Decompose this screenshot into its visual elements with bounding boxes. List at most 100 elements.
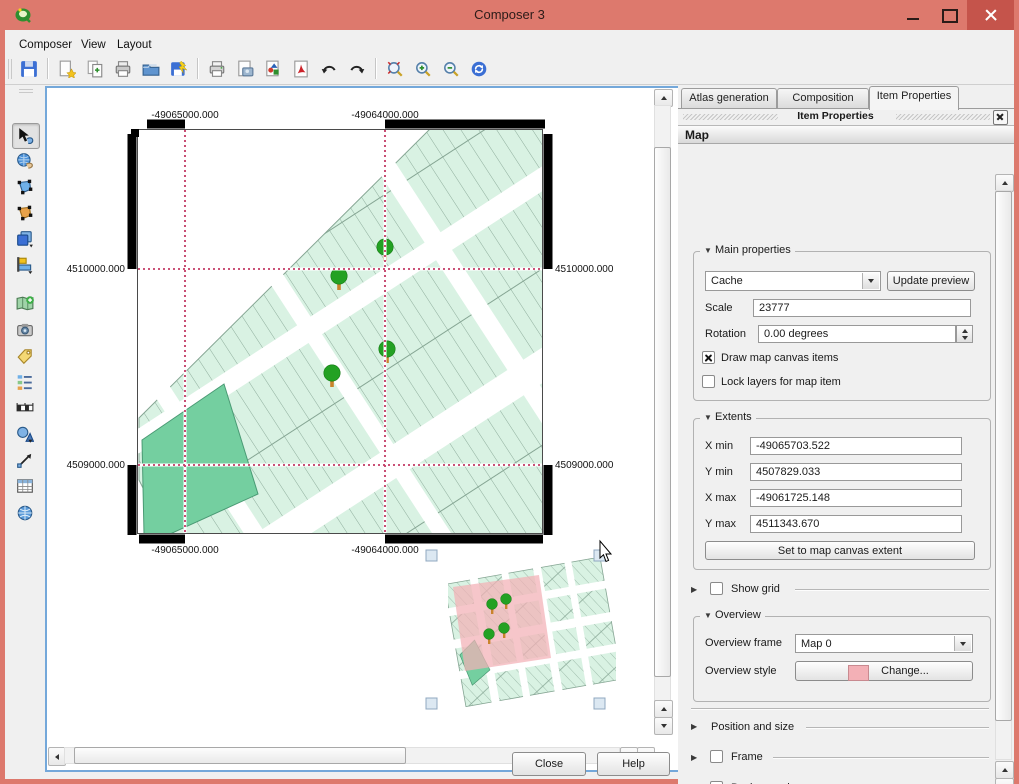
maximize-button[interactable] bbox=[932, 0, 966, 30]
tool-add-html-frame[interactable] bbox=[12, 501, 38, 525]
y-max-input[interactable]: 4511343.670 bbox=[750, 515, 962, 533]
save-as-template-button[interactable] bbox=[167, 57, 191, 81]
print-icon bbox=[208, 60, 226, 78]
title-bar: Composer 3 bbox=[0, 0, 1019, 30]
tab-atlas-generation[interactable]: Atlas generation bbox=[681, 88, 777, 109]
spin-down-icon[interactable] bbox=[962, 336, 968, 340]
composer-manager-button[interactable] bbox=[111, 57, 135, 81]
x-min-input[interactable]: -49065703.522 bbox=[750, 437, 962, 455]
tool-move-item-content[interactable] bbox=[12, 149, 38, 173]
main-properties-title[interactable]: Main properties bbox=[700, 244, 795, 256]
toolbar-handle[interactable] bbox=[8, 59, 12, 79]
zoom-out-icon bbox=[442, 60, 460, 78]
scroll-up-button2[interactable] bbox=[995, 761, 1014, 779]
tool-add-arrow[interactable] bbox=[12, 448, 38, 472]
dock-title-bar: Item Properties bbox=[678, 109, 1014, 124]
select-move-item-icon bbox=[17, 127, 35, 145]
scroll-up-button2[interactable] bbox=[654, 700, 673, 718]
canvas-vscrollbar[interactable] bbox=[654, 89, 672, 735]
scale-input[interactable]: 23777 bbox=[753, 299, 971, 317]
scroll-down-button[interactable] bbox=[995, 778, 1014, 784]
duplicate-composer-button[interactable] bbox=[83, 57, 107, 81]
panel-scrollbar[interactable] bbox=[995, 174, 1013, 784]
position-size-expander-icon[interactable] bbox=[691, 722, 697, 731]
tool-group-items[interactable] bbox=[12, 227, 38, 251]
y-min-label: Y min bbox=[705, 466, 733, 478]
redo-button[interactable] bbox=[345, 57, 369, 81]
minimize-button[interactable] bbox=[896, 0, 930, 30]
frame-expander-icon[interactable] bbox=[691, 753, 697, 762]
tool-add-legend[interactable] bbox=[12, 370, 38, 394]
draw-map-canvas-items-checkbox[interactable] bbox=[702, 351, 715, 364]
tool-align-items[interactable] bbox=[12, 253, 38, 277]
overview-frame-combo[interactable]: Map 0 bbox=[795, 634, 973, 653]
menu-composer[interactable]: Composer bbox=[13, 36, 78, 54]
rotation-input[interactable]: 0.00 degrees bbox=[758, 325, 956, 343]
tool-add-new-map[interactable] bbox=[12, 292, 38, 316]
rotation-spinner[interactable] bbox=[956, 325, 973, 343]
window-title: Composer 3 bbox=[0, 7, 1019, 22]
chevron-down-icon bbox=[954, 636, 971, 651]
close-button[interactable]: Close bbox=[512, 752, 586, 776]
panel-scroll-thumb[interactable] bbox=[995, 191, 1012, 721]
preview-mode-combo[interactable]: Cache bbox=[705, 271, 881, 291]
x-max-input[interactable]: -49061725.148 bbox=[750, 489, 962, 507]
tool-edit-nodes-item-alt[interactable] bbox=[12, 201, 38, 225]
set-to-map-canvas-extent-button[interactable]: Set to map canvas extent bbox=[705, 541, 975, 560]
extents-title[interactable]: Extents bbox=[700, 411, 756, 423]
y-min-input[interactable]: 4507829.033 bbox=[750, 463, 962, 481]
lock-layers-checkbox[interactable] bbox=[702, 375, 715, 388]
tab-item-properties[interactable]: Item Properties bbox=[869, 86, 959, 110]
add-shape-icon bbox=[16, 425, 34, 443]
export-as-svg-button[interactable] bbox=[261, 57, 285, 81]
tool-add-label[interactable] bbox=[12, 344, 38, 368]
frame-checkbox[interactable] bbox=[710, 750, 723, 763]
grid-label-right-lower: 4509000.000 bbox=[555, 460, 614, 471]
vscroll-thumb[interactable] bbox=[654, 147, 671, 677]
spin-up-icon[interactable] bbox=[962, 329, 968, 333]
add-label-icon bbox=[16, 347, 34, 365]
print-button[interactable] bbox=[205, 57, 229, 81]
export-as-pdf-button[interactable] bbox=[289, 57, 313, 81]
tool-add-attribute-table[interactable] bbox=[12, 474, 38, 498]
zoom-in-button[interactable] bbox=[411, 57, 435, 81]
export-as-image-button[interactable] bbox=[233, 57, 257, 81]
overview-title[interactable]: Overview bbox=[700, 609, 765, 621]
overview-map-item[interactable] bbox=[437, 548, 629, 715]
undo-button[interactable] bbox=[317, 57, 341, 81]
tool-add-scalebar[interactable] bbox=[12, 396, 38, 420]
tool-add-basic-shape[interactable] bbox=[12, 422, 38, 446]
tool-edit-nodes-item[interactable] bbox=[12, 175, 38, 199]
zoom-out-button[interactable] bbox=[439, 57, 463, 81]
grid-label-top-right: -49064000.000 bbox=[351, 110, 419, 121]
menu-layout[interactable]: Layout bbox=[111, 36, 158, 54]
tool-select-move-item[interactable] bbox=[12, 123, 40, 149]
show-grid-expander-icon[interactable] bbox=[691, 585, 697, 594]
y-max-label: Y max bbox=[705, 518, 736, 530]
item-type-header: Map bbox=[678, 125, 1014, 144]
tab-composition[interactable]: Composition bbox=[777, 88, 869, 109]
grid-label-bottom-right: -49064000.000 bbox=[351, 545, 419, 556]
frame-label[interactable]: Frame bbox=[731, 751, 763, 763]
menu-view[interactable]: View bbox=[75, 36, 112, 54]
position-and-size-label[interactable]: Position and size bbox=[711, 721, 794, 733]
hscroll-thumb[interactable] bbox=[74, 747, 406, 764]
add-html-icon bbox=[16, 504, 34, 522]
zoom-full-button[interactable] bbox=[383, 57, 407, 81]
refresh-view-button[interactable] bbox=[467, 57, 491, 81]
scroll-down-button[interactable] bbox=[654, 717, 673, 735]
dock-close-button[interactable] bbox=[993, 110, 1008, 125]
overview-style-change-button[interactable]: Change... bbox=[795, 661, 973, 681]
tool-add-image[interactable] bbox=[12, 318, 38, 342]
update-preview-button[interactable]: Update preview bbox=[887, 271, 975, 291]
toolbox-handle[interactable] bbox=[19, 89, 33, 93]
window-close-button[interactable] bbox=[967, 0, 1014, 30]
overview-group bbox=[693, 616, 991, 702]
composition-canvas[interactable]: -49065000.000 -49064000.000 -49065000.00… bbox=[45, 86, 681, 772]
save-project-button[interactable] bbox=[17, 57, 41, 81]
new-composer-button[interactable] bbox=[55, 57, 79, 81]
help-button[interactable]: Help bbox=[597, 752, 670, 776]
add-legend-icon bbox=[16, 373, 34, 391]
load-from-template-button[interactable] bbox=[139, 57, 163, 81]
show-grid-checkbox[interactable] bbox=[710, 582, 723, 595]
